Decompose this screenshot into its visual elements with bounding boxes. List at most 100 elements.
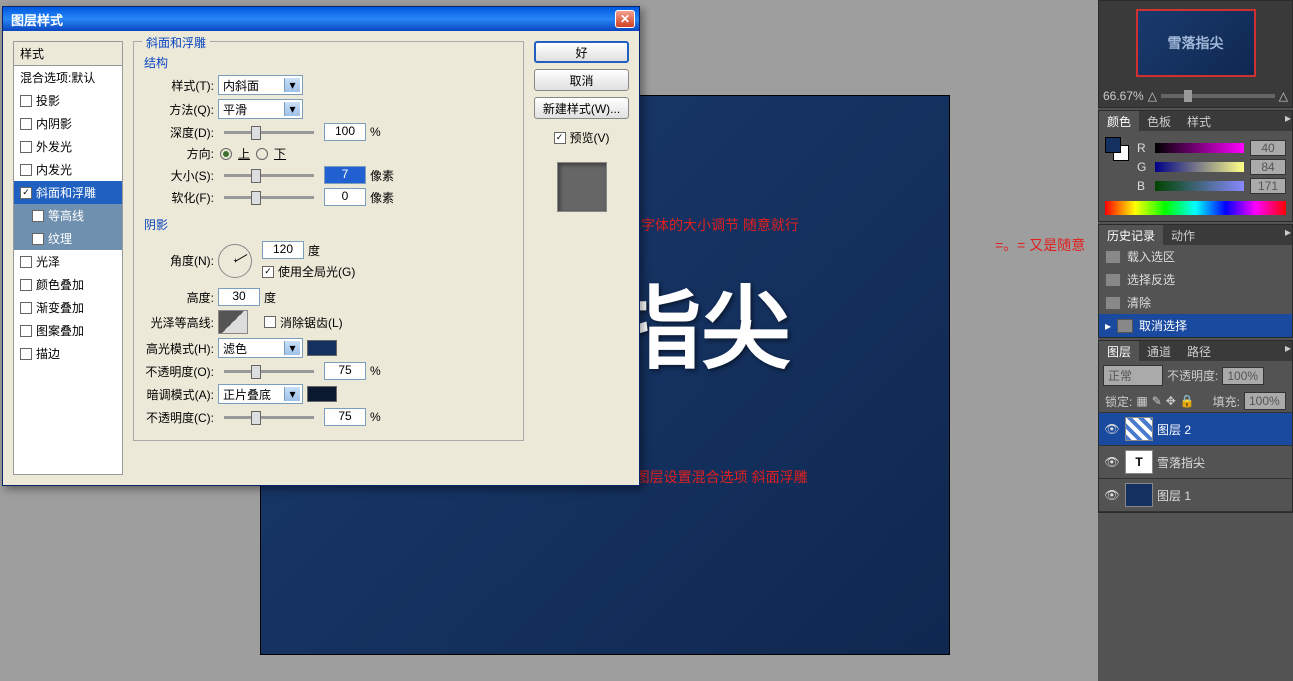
zoom-value[interactable]: 66.67% <box>1103 89 1144 103</box>
color-spectrum[interactable] <box>1105 201 1286 215</box>
tab-color[interactable]: 颜色 <box>1099 111 1139 131</box>
close-button[interactable]: ✕ <box>615 10 635 28</box>
style-satin[interactable]: 光泽 <box>14 250 122 273</box>
style-select[interactable]: 内斜面 <box>218 75 303 95</box>
layer-item[interactable]: 👁 图层 2 <box>1099 413 1292 446</box>
panel-menu-icon[interactable]: ▸ <box>1285 341 1291 355</box>
structure-subtitle: 结构 <box>144 54 513 71</box>
altitude-label: 高度: <box>144 289 214 306</box>
shadow-color-swatch[interactable] <box>307 386 337 402</box>
tab-layers[interactable]: 图层 <box>1099 341 1139 361</box>
blend-options-item[interactable]: 混合选项:默认 <box>14 66 122 89</box>
tab-styles[interactable]: 样式 <box>1179 111 1219 131</box>
technique-select[interactable]: 平滑 <box>218 99 303 119</box>
history-item[interactable]: 载入选区 <box>1099 245 1292 268</box>
layer-style-dialog: 图层样式 ✕ 样式 混合选项:默认 投影 内阴影 外发光 内发光 斜面和浮雕 等… <box>2 6 640 486</box>
depth-input[interactable]: 100 <box>324 123 366 141</box>
b-value[interactable]: 171 <box>1250 178 1286 194</box>
direction-down-radio[interactable] <box>256 148 268 160</box>
history-item[interactable]: ▸取消选择 <box>1099 314 1292 337</box>
depth-slider[interactable] <box>224 131 314 134</box>
shadow-opacity-input[interactable]: 75 <box>324 408 366 426</box>
zoom-slider[interactable] <box>1161 94 1275 98</box>
highlight-opacity-input[interactable]: 75 <box>324 362 366 380</box>
highlight-opacity-label: 不透明度(O): <box>144 363 214 380</box>
styles-header[interactable]: 样式 <box>14 42 122 66</box>
history-step-icon <box>1105 296 1121 310</box>
layer-thumbnail[interactable] <box>1125 483 1153 507</box>
style-bevel-emboss[interactable]: 斜面和浮雕 <box>14 181 122 204</box>
gloss-contour-picker[interactable] <box>218 310 248 334</box>
highlight-mode-label: 高光模式(H): <box>144 340 214 357</box>
zoom-in-icon[interactable]: △ <box>1279 89 1288 103</box>
shadow-opacity-label: 不透明度(C): <box>144 409 214 426</box>
global-light-checkbox[interactable] <box>262 266 274 278</box>
history-item[interactable]: 选择反选 <box>1099 268 1292 291</box>
g-slider[interactable] <box>1155 162 1244 172</box>
panel-menu-icon[interactable]: ▸ <box>1285 111 1291 125</box>
direction-up-radio[interactable] <box>220 148 232 160</box>
layer-thumbnail[interactable] <box>1125 417 1153 441</box>
highlight-color-swatch[interactable] <box>307 340 337 356</box>
navigator-thumbnail[interactable]: 雪落指尖 <box>1136 9 1256 77</box>
style-contour[interactable]: 等高线 <box>14 204 122 227</box>
style-inner-glow[interactable]: 内发光 <box>14 158 122 181</box>
shadow-opacity-slider[interactable] <box>224 416 314 419</box>
altitude-input[interactable]: 30 <box>218 288 260 306</box>
r-value[interactable]: 40 <box>1250 140 1286 156</box>
lock-all-icon[interactable]: 🔒 <box>1180 394 1195 408</box>
new-style-button[interactable]: 新建样式(W)... <box>534 97 629 119</box>
b-slider[interactable] <box>1155 181 1244 191</box>
lock-position-icon[interactable]: ✥ <box>1166 394 1176 408</box>
shadow-mode-select[interactable]: 正片叠底 <box>218 384 303 404</box>
style-outer-glow[interactable]: 外发光 <box>14 135 122 158</box>
visibility-icon[interactable]: 👁 <box>1103 455 1121 469</box>
style-texture[interactable]: 纹理 <box>14 227 122 250</box>
cancel-button[interactable]: 取消 <box>534 69 629 91</box>
lock-transparency-icon[interactable]: ▦ <box>1136 394 1147 408</box>
visibility-icon[interactable]: 👁 <box>1103 422 1121 436</box>
right-dock: 雪落指尖 66.67% △ △ 颜色 色板 样式 ▸ R40 G84 B171 <box>1098 0 1293 681</box>
size-slider[interactable] <box>224 174 314 177</box>
tab-paths[interactable]: 路径 <box>1179 341 1219 361</box>
tab-swatches[interactable]: 色板 <box>1139 111 1179 131</box>
angle-input[interactable]: 120 <box>262 241 304 259</box>
g-value[interactable]: 84 <box>1250 159 1286 175</box>
preview-checkbox[interactable] <box>554 132 566 144</box>
style-pattern-overlay[interactable]: 图案叠加 <box>14 319 122 342</box>
layer-thumbnail[interactable]: T <box>1125 450 1153 474</box>
soften-label: 软化(F): <box>144 189 214 206</box>
style-stroke[interactable]: 描边 <box>14 342 122 365</box>
history-panel: 历史记录 动作 ▸ 载入选区 选择反选 清除 ▸取消选择 <box>1098 224 1293 338</box>
size-input[interactable]: 7 <box>324 166 366 184</box>
panel-menu-icon[interactable]: ▸ <box>1285 225 1291 239</box>
style-inner-shadow[interactable]: 内阴影 <box>14 112 122 135</box>
dialog-titlebar[interactable]: 图层样式 ✕ <box>3 7 639 31</box>
layer-item[interactable]: 👁 图层 1 <box>1099 479 1292 512</box>
ok-button[interactable]: 好 <box>534 41 629 63</box>
tab-history[interactable]: 历史记录 <box>1099 225 1163 245</box>
blend-mode-select[interactable]: 正常 <box>1103 365 1163 386</box>
lock-pixels-icon[interactable]: ✎ <box>1152 394 1162 408</box>
foreground-background-swatch[interactable] <box>1105 137 1129 161</box>
style-drop-shadow[interactable]: 投影 <box>14 89 122 112</box>
zoom-out-icon[interactable]: △ <box>1148 89 1157 103</box>
angle-control[interactable] <box>218 244 252 278</box>
history-item[interactable]: 清除 <box>1099 291 1292 314</box>
highlight-opacity-slider[interactable] <box>224 370 314 373</box>
soften-slider[interactable] <box>224 196 314 199</box>
history-step-icon <box>1117 319 1133 333</box>
style-gradient-overlay[interactable]: 渐变叠加 <box>14 296 122 319</box>
opacity-input[interactable]: 100% <box>1222 367 1264 385</box>
tab-channels[interactable]: 通道 <box>1139 341 1179 361</box>
highlight-mode-select[interactable]: 滤色 <box>218 338 303 358</box>
visibility-icon[interactable]: 👁 <box>1103 488 1121 502</box>
r-slider[interactable] <box>1155 143 1244 153</box>
fill-input[interactable]: 100% <box>1244 392 1286 410</box>
layer-item[interactable]: 👁 T 雪落指尖 <box>1099 446 1292 479</box>
tab-actions[interactable]: 动作 <box>1163 225 1203 245</box>
antialias-checkbox[interactable] <box>264 316 276 328</box>
soften-input[interactable]: 0 <box>324 188 366 206</box>
style-color-overlay[interactable]: 颜色叠加 <box>14 273 122 296</box>
preview-swatch <box>557 162 607 212</box>
